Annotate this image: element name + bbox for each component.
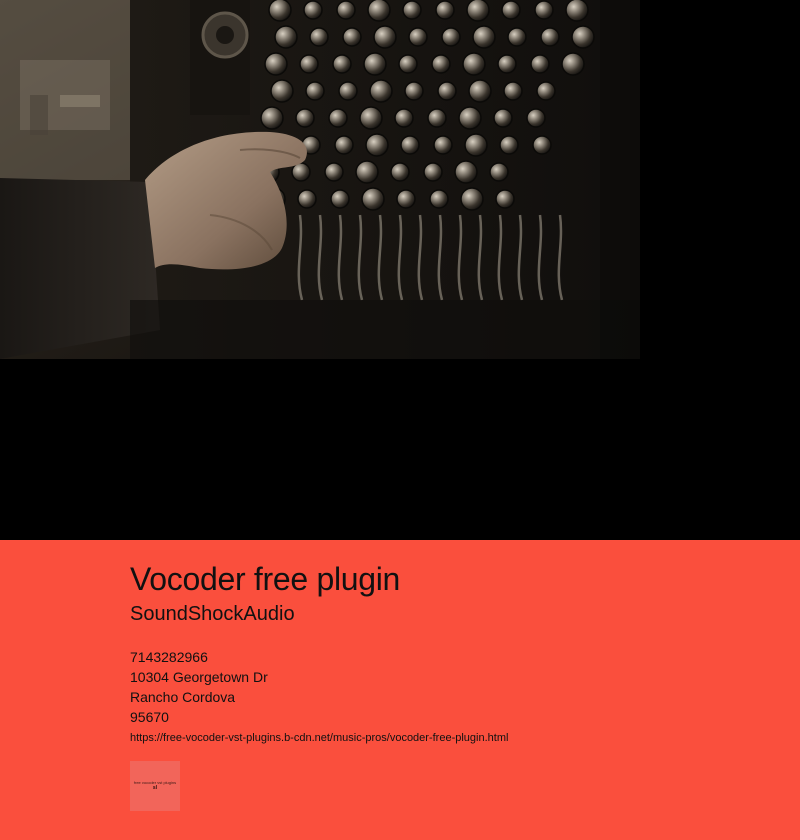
page-url-link[interactable]: https://free-vocoder-vst-plugins.b-cdn.n… [130, 729, 770, 747]
street-address: 10304 Georgetown Dr [130, 669, 268, 685]
logo-thumbnail[interactable]: free vocoder vst plugins sl [130, 761, 180, 811]
business-info-content: Vocoder free plugin SoundShockAudio 7143… [130, 560, 770, 811]
page-title: Vocoder free plugin [130, 561, 401, 597]
hero-image [0, 0, 640, 359]
hero-section [0, 0, 800, 540]
synth-photo-illustration [0, 0, 640, 359]
zip-code: 95670 [130, 709, 169, 725]
contact-details: 7143282966 10304 Georgetown Dr Rancho Co… [130, 647, 770, 727]
city: Rancho Cordova [130, 689, 236, 705]
page: Vocoder free plugin SoundShockAudio 7143… [0, 0, 800, 840]
company-name: SoundShockAudio [130, 603, 295, 625]
business-info-section: Vocoder free plugin SoundShockAudio 7143… [0, 540, 800, 840]
phone-number: 7143282966 [130, 649, 208, 665]
logo-thumbnail-mark: sl [152, 785, 158, 791]
